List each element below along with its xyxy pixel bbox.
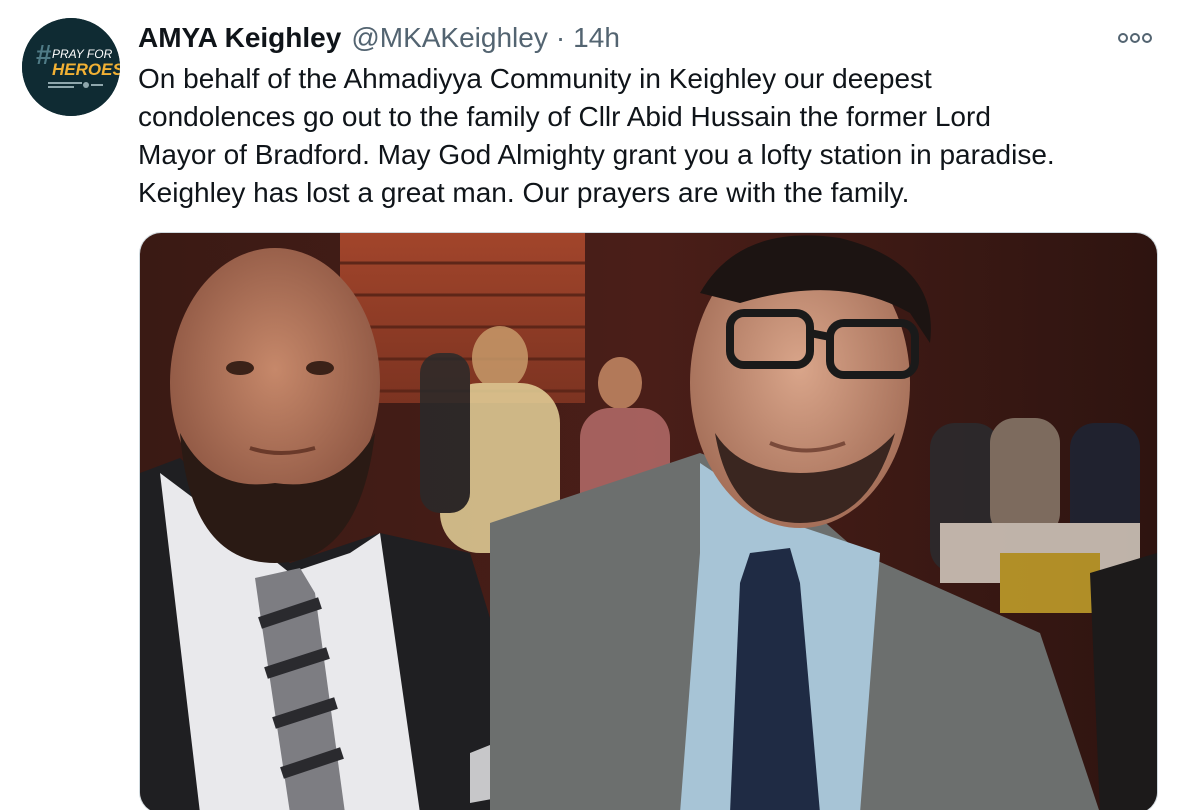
tweet-card: # PRAY FOR HEROES AMYA Keighley @MKAKeig… <box>0 0 1185 810</box>
tweet-photo[interactable] <box>139 232 1158 810</box>
pray-for-heroes-logo-icon: # PRAY FOR HEROES <box>22 18 120 116</box>
avatar[interactable]: # PRAY FOR HEROES <box>22 18 120 116</box>
tweet-text: On behalf of the Ahmadiyya Community in … <box>138 63 1055 208</box>
avatar-text-pray-for: PRAY FOR <box>52 47 113 61</box>
avatar-text-heroes: HEROES <box>52 60 120 79</box>
more-dots-icon <box>1118 33 1152 43</box>
author-display-name[interactable]: AMYA Keighley <box>138 22 341 54</box>
separator-dot: · <box>555 22 566 53</box>
photo-image <box>140 233 1157 810</box>
more-options-button[interactable] <box>1115 24 1155 52</box>
author-handle[interactable]: @MKAKeighley <box>351 22 548 54</box>
tweet-header: AMYA Keighley @MKAKeighley · 14h <box>138 20 620 56</box>
svg-text:#: # <box>36 39 52 70</box>
tweet-timestamp[interactable]: 14h <box>573 22 620 54</box>
